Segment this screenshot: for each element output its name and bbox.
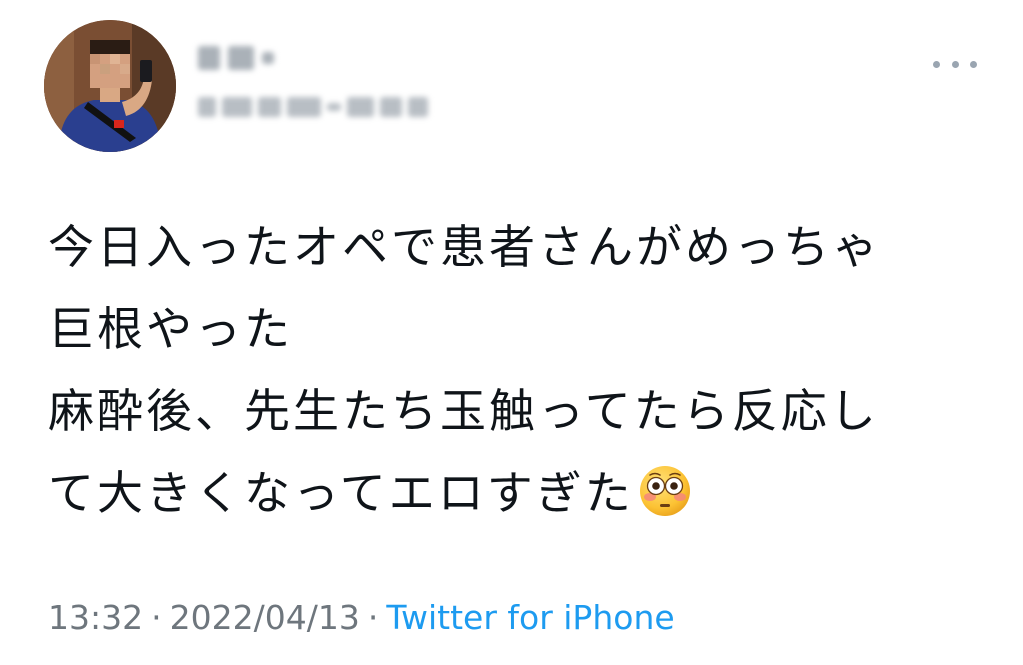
tweet-meta: 13:32 · 2022/04/13 · Twitter for iPhone <box>48 596 675 640</box>
tweet-text: 今日入ったオペで患者さんがめっちゃ 巨根やった 麻酔後、先生たち玉触ってたら反応… <box>48 206 978 534</box>
tweet-line: 巨根やった <box>48 302 293 356</box>
tweet-line: 今日入ったオペで患者さんがめっちゃ <box>48 220 881 274</box>
tweet-line: 麻酔後、先生たち玉触ってたら反応し <box>48 384 879 438</box>
display-name-blurred[interactable] <box>198 42 280 74</box>
more-horizontal-icon <box>970 60 977 68</box>
more-options-button[interactable] <box>933 50 977 78</box>
more-horizontal-icon <box>951 60 959 68</box>
tweet-date[interactable]: 2022/04/13 <box>170 598 360 637</box>
avatar[interactable] <box>44 20 176 152</box>
tweet-time[interactable]: 13:32 <box>48 598 143 637</box>
tweet-line-last: て大きくなってエロすぎた <box>48 452 978 534</box>
avatar-image <box>44 20 176 152</box>
tweet-line-text: て大きくなってエロすぎた <box>48 466 634 520</box>
more-horizontal-icon <box>933 60 940 68</box>
flushed-face-emoji <box>638 461 692 543</box>
handle-blurred[interactable] <box>198 92 429 122</box>
meta-separator: · <box>151 598 162 637</box>
meta-separator: · <box>367 598 379 637</box>
tweet-source-link[interactable]: Twitter for iPhone <box>386 598 674 637</box>
